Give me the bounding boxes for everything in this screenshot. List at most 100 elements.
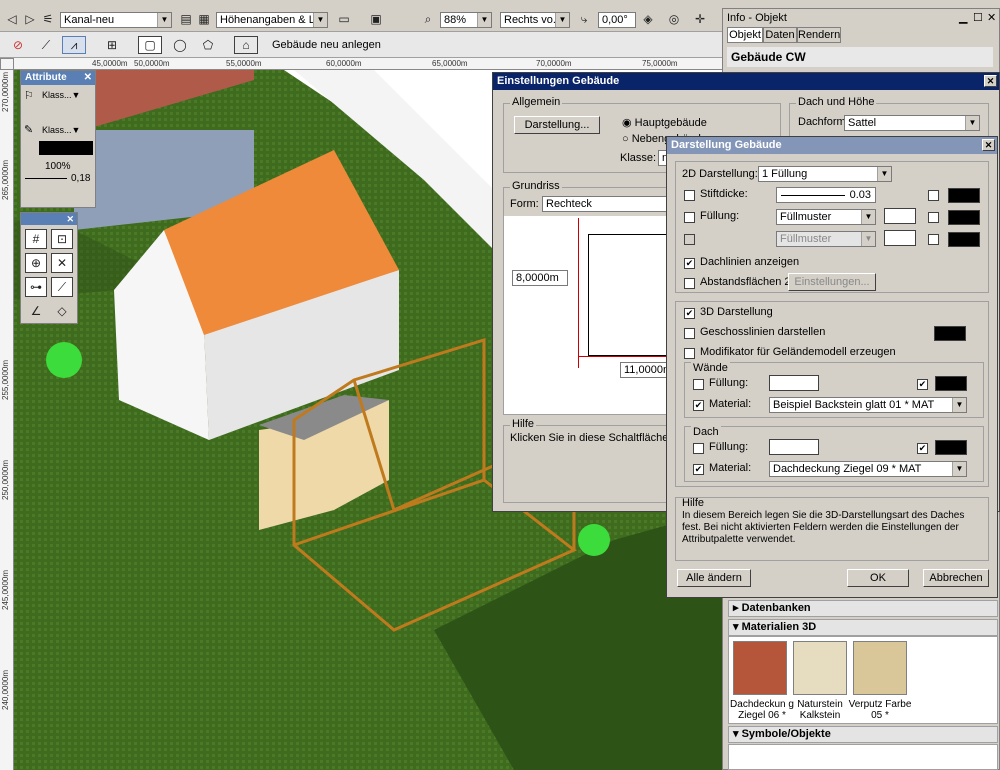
tab-render[interactable]: Rendern bbox=[797, 27, 841, 43]
form-field[interactable]: Rechteck bbox=[542, 196, 672, 212]
close-icon[interactable]: ✕ bbox=[987, 11, 996, 24]
intersection-snap-icon[interactable]: ✕ bbox=[51, 253, 73, 273]
circle-mode-icon[interactable]: ◯ bbox=[170, 36, 190, 54]
class-icon: ⚟ bbox=[42, 12, 54, 26]
angle-snap-icon[interactable]: ∠ bbox=[25, 301, 47, 321]
fill-color-checkbox[interactable] bbox=[928, 212, 939, 223]
pen-thickness-label: Stiftdicke: bbox=[700, 188, 748, 200]
roof-fill-swatch[interactable] bbox=[769, 439, 819, 455]
toolbar-row-1: ◁ ▷ ⚟ Kanal-neu ▼ ▤ ▦ Höhenangaben & Lin.… bbox=[0, 8, 722, 32]
display-3d-checkbox[interactable]: ✔ bbox=[684, 308, 695, 319]
tangent-snap-icon[interactable]: ⟋ bbox=[51, 277, 73, 297]
box-mode-icon[interactable]: ▢ bbox=[138, 36, 162, 54]
roof-form-combo[interactable]: Sattel ▼ bbox=[844, 115, 980, 131]
material-thumb-limestone[interactable] bbox=[793, 641, 847, 695]
dim-width-field[interactable]: 8,0000m bbox=[512, 270, 568, 286]
fill-pattern-swatch[interactable] bbox=[884, 208, 916, 224]
grid-snap-icon[interactable]: # bbox=[25, 229, 47, 249]
pen-color-swatch[interactable] bbox=[39, 141, 93, 155]
cancel-button[interactable]: Abbrechen bbox=[923, 569, 989, 587]
walls-color-checkbox[interactable]: ✔ bbox=[917, 379, 928, 390]
roof-color-swatch[interactable] bbox=[935, 440, 967, 455]
line-mode-icon[interactable]: ⟋ bbox=[36, 36, 56, 54]
display-2d-combo[interactable]: 1 Füllung ▼ bbox=[758, 166, 892, 182]
print-icon[interactable]: ▣ bbox=[368, 10, 384, 28]
chevron-down-icon: ▼ bbox=[952, 462, 966, 476]
fill2-color-swatch bbox=[948, 232, 980, 247]
minimize-icon[interactable]: ▁ bbox=[959, 11, 967, 24]
rotate-icon[interactable]: ⤷ bbox=[576, 10, 592, 28]
zoom-combo[interactable]: 88% ▼ bbox=[440, 12, 492, 28]
roof-color-checkbox[interactable]: ✔ bbox=[917, 443, 928, 454]
zoom-icon[interactable]: ⌕ bbox=[420, 10, 436, 28]
floor-lines-checkbox[interactable] bbox=[684, 328, 695, 339]
rect-mode-icon[interactable]: ⊞ bbox=[100, 36, 124, 54]
line-weight-slider[interactable] bbox=[25, 178, 67, 182]
maximize-icon[interactable]: ☐ bbox=[973, 11, 983, 24]
materials-list: Dachdeckun g Ziegel 06 * Naturstein Kalk… bbox=[728, 636, 998, 724]
section-symbols[interactable]: ▾ Symbole/Objekte bbox=[728, 726, 998, 743]
roof-lines-checkbox[interactable]: ✔ bbox=[684, 258, 695, 269]
line-class-field[interactable]: Klass...▼ bbox=[39, 123, 91, 139]
building-settings-titlebar[interactable]: Einstellungen Gebäude ✕ bbox=[493, 73, 999, 90]
fill-checkbox[interactable] bbox=[684, 212, 695, 223]
walls-material-checkbox[interactable]: ✔ bbox=[693, 400, 704, 411]
flyover-icon[interactable]: ◎ bbox=[664, 10, 684, 28]
center-snap-icon[interactable]: ⊕ bbox=[25, 253, 47, 273]
roof-material-checkbox[interactable]: ✔ bbox=[693, 464, 704, 475]
render-icon[interactable]: ◈ bbox=[640, 10, 656, 28]
tab-object[interactable]: Objekt bbox=[727, 27, 763, 43]
angle-field[interactable]: 0,00° bbox=[598, 12, 636, 28]
walkthrough-icon[interactable]: ✛ bbox=[692, 10, 708, 28]
close-icon[interactable]: ✕ bbox=[984, 75, 997, 87]
section-materials[interactable]: ▾ Materialien 3D bbox=[728, 619, 998, 636]
distance-areas-checkbox[interactable] bbox=[684, 278, 695, 289]
walls-fill-swatch[interactable] bbox=[769, 375, 819, 391]
fill-combo[interactable]: Füllmuster ▼ bbox=[776, 209, 876, 225]
roof-fill-checkbox[interactable] bbox=[693, 443, 704, 454]
pen-color-swatch[interactable] bbox=[948, 188, 980, 203]
pen-thickness-field[interactable]: 0.03 bbox=[776, 187, 876, 203]
material-thumb-plaster[interactable] bbox=[853, 641, 907, 695]
layer-list-icon[interactable]: ▦ bbox=[196, 10, 212, 28]
nav-back-icon[interactable]: ◁ bbox=[4, 10, 20, 28]
fill-class-field[interactable]: Klass...▼ bbox=[39, 88, 91, 104]
walls-fill-checkbox[interactable] bbox=[693, 379, 704, 390]
pen-color-checkbox[interactable] bbox=[928, 190, 939, 201]
floor-lines-color-swatch[interactable] bbox=[934, 326, 966, 341]
layer-combo[interactable]: Höhenangaben & Lin... ▼ bbox=[216, 12, 328, 28]
close-icon[interactable]: ✕ bbox=[66, 213, 74, 225]
display-settings-button[interactable]: Darstellung... bbox=[514, 116, 600, 134]
building-settings-icon[interactable]: ⌂ bbox=[234, 36, 258, 54]
walls-material-combo[interactable]: Beispiel Backstein glatt 01 * MAT ▼ bbox=[769, 397, 967, 413]
tab-data[interactable]: Daten bbox=[763, 27, 797, 43]
polygon-mode-icon[interactable]: ⬠ bbox=[198, 36, 218, 54]
material-thumb-roof-tile[interactable] bbox=[733, 641, 787, 695]
ok-button[interactable]: OK bbox=[847, 569, 909, 587]
pen-thickness-checkbox[interactable] bbox=[684, 190, 695, 201]
chevron-down-icon: ▼ bbox=[861, 232, 875, 246]
display-dialog-titlebar[interactable]: Darstellung Gebäude ✕ bbox=[667, 137, 997, 154]
polyline-mode-icon[interactable]: ⩘ bbox=[62, 36, 86, 54]
terrain-modifier-checkbox[interactable] bbox=[684, 348, 695, 359]
view-combo[interactable]: Rechts vo... ▼ bbox=[500, 12, 570, 28]
class-combo[interactable]: Kanal-neu ▼ bbox=[60, 12, 172, 28]
walls-color-swatch[interactable] bbox=[935, 376, 967, 391]
fill-color-swatch[interactable] bbox=[948, 210, 980, 225]
fill2-checkbox[interactable] bbox=[684, 234, 695, 245]
page-icon[interactable]: ▭ bbox=[336, 10, 352, 28]
snap-palette-titlebar[interactable]: ✕ bbox=[21, 213, 77, 225]
attribute-palette-titlebar[interactable]: Attribute ✕ bbox=[21, 71, 95, 85]
fill2-color-checkbox[interactable] bbox=[928, 234, 939, 245]
close-icon[interactable]: ✕ bbox=[982, 139, 995, 151]
change-all-button[interactable]: Alle ändern bbox=[677, 569, 751, 587]
surface-snap-icon[interactable]: ◇ bbox=[51, 301, 73, 321]
mode-icon[interactable]: ⊘ bbox=[8, 36, 28, 54]
object-snap-icon[interactable]: ⊡ bbox=[51, 229, 73, 249]
distance-snap-icon[interactable]: ⊶ bbox=[25, 277, 47, 297]
nav-forward-icon[interactable]: ▷ bbox=[22, 10, 38, 28]
close-icon[interactable]: ✕ bbox=[84, 71, 92, 85]
radio-main-building[interactable]: ◉ Hauptgebäude bbox=[622, 116, 707, 129]
section-databases[interactable]: ▸ Datenbanken bbox=[728, 600, 998, 617]
roof-material-combo[interactable]: Dachdeckung Ziegel 09 * MAT ▼ bbox=[769, 461, 967, 477]
